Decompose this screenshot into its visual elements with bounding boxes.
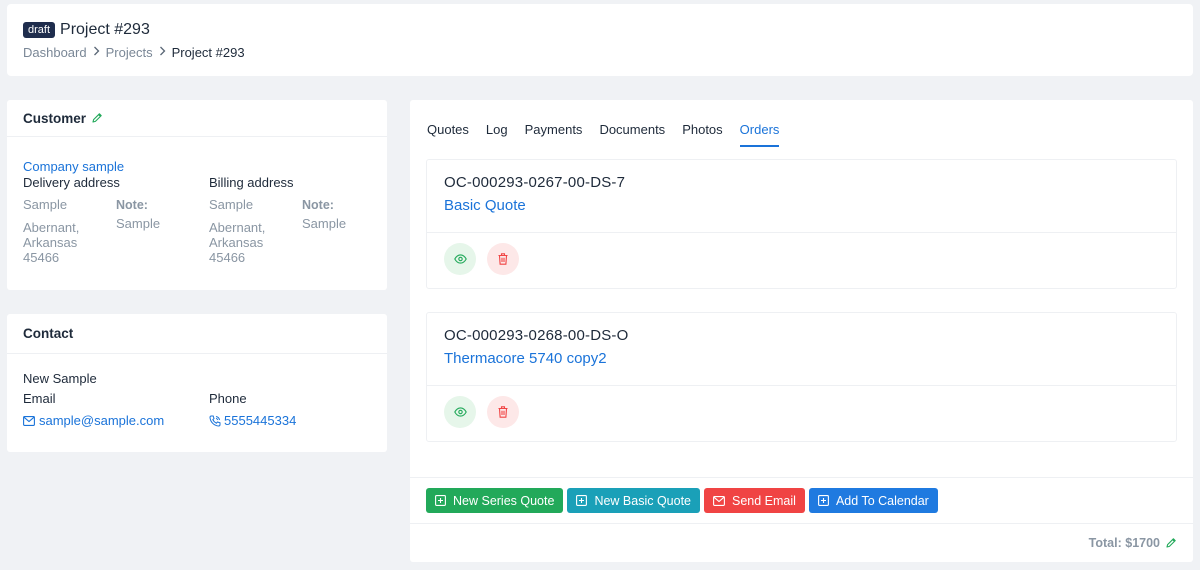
- customer-card-header: Customer: [7, 100, 387, 137]
- order-card: OC-000293-0267-00-DS-7 Basic Quote: [426, 159, 1177, 289]
- eye-icon: [453, 254, 467, 264]
- order-id: OC-000293-0268-00-DS-O: [444, 327, 629, 344]
- view-order-button[interactable]: [444, 396, 476, 428]
- tab-quotes[interactable]: Quotes: [427, 122, 469, 147]
- mail-icon: [713, 495, 725, 506]
- billing-note-label: Note:: [302, 198, 334, 212]
- delivery-name: Sample: [23, 197, 68, 212]
- page-title: Project #293: [60, 21, 150, 38]
- new-series-quote-button[interactable]: New Series Quote: [426, 488, 564, 513]
- plus-square-icon: [576, 495, 588, 506]
- chevron-right-icon: [159, 46, 166, 59]
- tab-log[interactable]: Log: [486, 122, 508, 147]
- breadcrumb-dashboard[interactable]: Dashboard: [23, 45, 87, 60]
- phone-label: Phone: [209, 391, 247, 406]
- order-card: OC-000293-0268-00-DS-O Thermacore 5740 c…: [426, 312, 1177, 442]
- billing-note-value: Sample: [302, 216, 347, 231]
- billing-name: Sample: [209, 197, 254, 212]
- new-series-quote-label: New Series Quote: [453, 493, 555, 508]
- plus-square-icon: [435, 495, 446, 506]
- breadcrumb-current: Project #293: [171, 45, 245, 60]
- mail-icon: [23, 415, 35, 426]
- delivery-note-label: Note:: [116, 198, 148, 212]
- delivery-line1: Abernant,: [23, 220, 80, 235]
- trash-icon: [498, 406, 508, 418]
- phone-icon: [209, 415, 221, 427]
- billing-line3: 45466: [209, 250, 246, 265]
- add-to-calendar-button[interactable]: Add To Calendar: [808, 488, 938, 513]
- edit-pencil-icon[interactable]: [91, 112, 103, 124]
- tab-bar: Quotes Log Payments Documents Photos Ord…: [427, 122, 796, 147]
- contact-name: New Sample: [23, 371, 97, 386]
- phone-value: 5555445334: [224, 413, 297, 428]
- total-row: Total: $1700: [1089, 536, 1177, 550]
- trash-icon: [498, 253, 508, 265]
- billing-line2: Arkansas: [209, 235, 264, 250]
- email-label: Email: [23, 391, 56, 406]
- status-badge: draft: [23, 22, 56, 38]
- eye-icon: [453, 407, 467, 417]
- new-basic-quote-label: New Basic Quote: [594, 493, 692, 508]
- tab-documents[interactable]: Documents: [599, 122, 665, 147]
- order-id: OC-000293-0267-00-DS-7: [444, 174, 626, 191]
- breadcrumb-projects[interactable]: Projects: [106, 45, 153, 60]
- billing-address-label: Billing address: [209, 175, 294, 190]
- send-email-label: Send Email: [732, 493, 796, 508]
- delivery-line3: 45466: [23, 250, 60, 265]
- phone-link[interactable]: 5555445334: [209, 413, 296, 428]
- add-to-calendar-label: Add To Calendar: [835, 493, 929, 508]
- order-divider: [427, 385, 1176, 386]
- customer-card: Customer Company sample Delivery address…: [7, 100, 387, 290]
- tab-orders[interactable]: Orders: [739, 122, 780, 147]
- breadcrumb: Dashboard Projects Project #293: [23, 45, 245, 60]
- send-email-button[interactable]: Send Email: [704, 488, 805, 513]
- order-divider: [427, 232, 1176, 233]
- contact-card-header: Contact: [7, 314, 387, 354]
- email-link[interactable]: sample@sample.com: [23, 413, 164, 428]
- billing-line1: Abernant,: [209, 220, 266, 235]
- customer-heading: Customer: [23, 110, 87, 126]
- delivery-line2: Arkansas: [23, 235, 78, 250]
- order-name-link[interactable]: Basic Quote: [444, 197, 526, 214]
- tab-payments[interactable]: Payments: [525, 122, 583, 147]
- delete-order-button[interactable]: [487, 243, 519, 275]
- total-divider: [410, 523, 1193, 524]
- main-card: Quotes Log Payments Documents Photos Ord…: [410, 100, 1193, 562]
- view-order-button[interactable]: [444, 243, 476, 275]
- title-row: draft Project #293: [23, 21, 150, 39]
- plus-square-icon: [818, 495, 829, 506]
- page-header: draft Project #293 Dashboard Projects Pr…: [7, 4, 1193, 76]
- action-buttons: New Series Quote New Basic Quote Send Em…: [426, 488, 942, 513]
- actions-divider: [410, 477, 1193, 478]
- total-value: Total: $1700: [1088, 536, 1160, 550]
- edit-pencil-icon[interactable]: [1165, 537, 1177, 549]
- new-basic-quote-button[interactable]: New Basic Quote: [567, 488, 701, 513]
- chevron-right-icon: [93, 46, 100, 59]
- delivery-address-label: Delivery address: [23, 175, 120, 190]
- email-value: sample@sample.com: [39, 413, 165, 428]
- tab-photos[interactable]: Photos: [682, 122, 722, 147]
- delete-order-button[interactable]: [487, 396, 519, 428]
- delivery-note-value: Sample: [116, 216, 161, 231]
- contact-heading: Contact: [23, 326, 74, 341]
- contact-card: Contact New Sample Email sample@sample.c…: [7, 314, 387, 452]
- company-link[interactable]: Company sample: [23, 159, 124, 174]
- order-name-link[interactable]: Thermacore 5740 copy2: [444, 350, 607, 367]
